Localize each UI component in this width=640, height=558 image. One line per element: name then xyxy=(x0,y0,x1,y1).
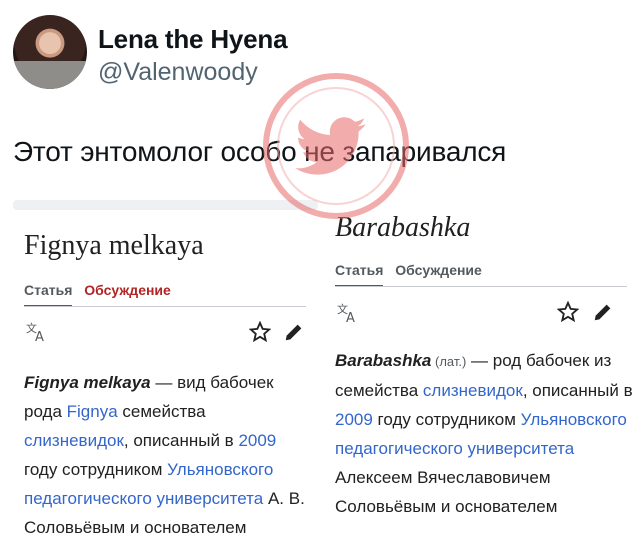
watch-star-icon[interactable] xyxy=(249,321,271,343)
link-family[interactable]: слизневидок xyxy=(423,381,523,400)
display-name[interactable]: Lena the Hyena xyxy=(98,24,288,55)
wiki-tabs: Статья Обсуждение xyxy=(335,262,490,287)
text-part: , описанный в xyxy=(123,431,239,450)
text-part: , описанный в xyxy=(522,381,633,400)
article-text: Barabashka (лат.) — род бабочек из семей… xyxy=(335,346,635,521)
user-handle[interactable]: @Valenwoody xyxy=(98,58,258,87)
avatar[interactable] xyxy=(13,15,87,89)
text-part: году сотрудником xyxy=(24,460,168,479)
article-term: Fignya melkaya xyxy=(24,373,151,392)
top-bar xyxy=(13,200,318,210)
svg-text:A: A xyxy=(35,330,44,343)
page-title: Fignya melkaya xyxy=(24,230,204,261)
article-term: Barabashka xyxy=(335,351,432,370)
tab-article[interactable]: Статья xyxy=(335,262,384,287)
link-year[interactable]: 2009 xyxy=(238,431,276,450)
edit-pencil-icon[interactable] xyxy=(283,321,305,343)
language-icon[interactable]: 文 A xyxy=(336,302,360,324)
wiki-card-fignya: Fignya melkaya Статья Обсуждение 文 A Fig… xyxy=(13,200,318,558)
page-title: Barabashka xyxy=(335,212,471,243)
text-part: году сотрудником xyxy=(372,410,521,429)
wiki-card-barabashka: Barabashka Статья Обсуждение 文 A Barabas… xyxy=(324,200,640,558)
latin-note[interactable]: (лат.) xyxy=(431,354,466,369)
article-text: Fignya melkaya — вид бабочек рода Fignya… xyxy=(24,368,314,542)
language-icon[interactable]: 文 A xyxy=(25,321,49,343)
text-part: семейства xyxy=(117,402,206,421)
divider xyxy=(24,306,306,307)
link-family[interactable]: слизневидок xyxy=(24,431,124,450)
text-part: Алексеем Вячеславовичем Соловьёвым и осн… xyxy=(335,468,558,516)
link-genus[interactable]: Fignya xyxy=(67,402,118,421)
divider xyxy=(335,286,627,287)
edit-pencil-icon[interactable] xyxy=(592,301,614,323)
watch-star-icon[interactable] xyxy=(557,301,579,323)
svg-text:A: A xyxy=(346,311,355,324)
wiki-tabs: Статья Обсуждение xyxy=(24,282,179,307)
tab-article[interactable]: Статья xyxy=(24,282,73,307)
tab-talk[interactable]: Обсуждение xyxy=(84,282,171,305)
tweet-text: Этот энтомолог особо не запаривался xyxy=(13,136,507,167)
link-year[interactable]: 2009 xyxy=(335,410,373,429)
tab-talk[interactable]: Обсуждение xyxy=(395,262,482,285)
